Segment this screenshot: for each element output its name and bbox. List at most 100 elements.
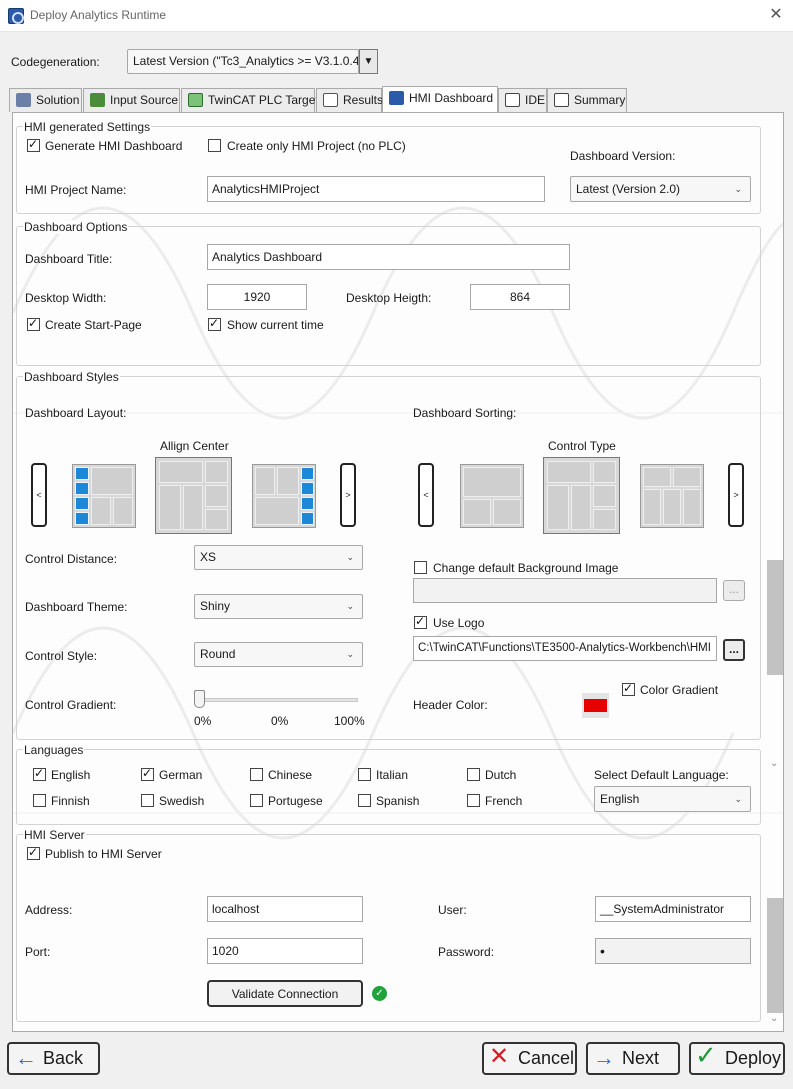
back-label: Back — [43, 1048, 84, 1068]
scrollbar-thumb-upper[interactable] — [767, 560, 783, 675]
dashboard-version-dropdown[interactable]: Latest (Version 2.0) ⌄ — [570, 176, 751, 202]
dashboard-options-title: Dashboard Options — [23, 220, 129, 234]
logo-path-input[interactable]: C:\TwinCAT\Functions\TE3500-Analytics-Wo… — [413, 636, 717, 661]
generate-dashboard-label: Generate HMI Dashboard — [45, 139, 183, 153]
language-checkbox[interactable] — [467, 768, 480, 781]
control-style-dropdown[interactable]: Round ⌄ — [194, 642, 363, 667]
control-gradient-slider-track[interactable] — [196, 698, 358, 702]
tab-label: Input Source — [110, 93, 179, 107]
user-input[interactable]: __SystemAdministrator — [595, 896, 751, 922]
tab-hmi-dashboard[interactable]: HMI Dashboard — [382, 86, 498, 113]
validate-connection-button[interactable]: Validate Connection — [207, 980, 363, 1007]
use-logo-checkbox[interactable] — [414, 614, 427, 629]
bg-image-browse-button[interactable]: ... — [723, 580, 745, 601]
ide-icon — [505, 93, 520, 107]
language-checkbox[interactable] — [33, 766, 46, 781]
language-label: Swedish — [159, 794, 205, 808]
control-distance-dropdown[interactable]: XS ⌄ — [194, 545, 363, 570]
language-checkbox[interactable] — [467, 794, 480, 807]
hmi-only-checkbox[interactable] — [208, 139, 221, 152]
tab-ide[interactable]: IDE — [498, 88, 547, 112]
bg-image-checkbox[interactable] — [414, 561, 427, 574]
control-distance-value: XS — [200, 550, 217, 564]
dashboard-title-input[interactable]: Analytics Dashboard — [207, 244, 570, 270]
color-gradient-label: Color Gradient — [640, 683, 719, 697]
control-gradient-slider-thumb[interactable] — [194, 690, 205, 708]
default-language-dropdown[interactable]: English ⌄ — [594, 786, 751, 812]
dashboard-theme-label: Dashboard Theme: — [25, 600, 128, 614]
panel-scrollbar[interactable]: ⌄ ⌄ — [766, 445, 784, 1030]
sorting-center-thumbnail[interactable] — [543, 457, 620, 534]
dashboard-version-value: Latest (Version 2.0) — [576, 182, 681, 196]
layout-next-button[interactable]: > — [340, 463, 356, 527]
dashboard-theme-value: Shiny — [200, 599, 231, 613]
language-checkbox[interactable] — [358, 794, 371, 807]
password-input[interactable]: • — [595, 938, 751, 964]
port-input[interactable]: 1020 — [207, 938, 363, 964]
gradient-tick-min: 0% — [194, 714, 212, 728]
default-language-value: English — [600, 792, 640, 806]
plc-target-icon — [188, 93, 203, 107]
hmi-server-title: HMI Server — [23, 828, 86, 842]
layout-right-thumbnail[interactable] — [252, 464, 316, 528]
project-name-input[interactable]: AnalyticsHMIProject — [207, 176, 545, 202]
next-label: Next — [622, 1048, 660, 1068]
scrollbar-thumb-lower[interactable] — [767, 898, 783, 1013]
deploy-button[interactable]: ✓ Deploy — [689, 1040, 785, 1075]
dashboard-styles-title: Dashboard Styles — [23, 370, 120, 384]
address-label: Address: — [25, 903, 73, 917]
chevron-down-icon: ⌄ — [734, 794, 742, 804]
publish-checkbox[interactable] — [27, 845, 40, 860]
input-source-icon — [90, 93, 105, 107]
scroll-down-arrow-icon[interactable]: ⌄ — [770, 1013, 778, 1024]
back-button[interactable]: ← Back — [7, 1042, 100, 1075]
language-checkbox[interactable] — [141, 794, 154, 807]
user-label: User: — [438, 903, 467, 917]
desktop-height-input[interactable]: 864 — [470, 284, 570, 310]
language-checkbox[interactable] — [141, 766, 154, 781]
checkmark-icon: ✓ — [695, 1040, 717, 1070]
project-name-label: HMI Project Name: — [25, 183, 127, 197]
next-button[interactable]: → Next — [586, 1042, 680, 1075]
start-page-checkbox[interactable] — [27, 316, 40, 331]
close-icon[interactable]: ✕ — [766, 4, 786, 26]
sorting-prev-button[interactable]: < — [418, 463, 434, 527]
scroll-down-icon[interactable]: ⌄ — [770, 758, 778, 769]
language-checkbox[interactable] — [250, 794, 263, 807]
sorting-next-button[interactable]: > — [728, 463, 744, 527]
arrow-left-icon: ← — [15, 1045, 37, 1070]
tab-label: IDE — [525, 93, 546, 107]
codegen-dropdown[interactable]: Latest Version ("Tc3_Analytics >= V3.1.0… — [127, 49, 359, 74]
tab-solution[interactable]: Solution — [9, 88, 82, 112]
show-time-checkbox[interactable] — [208, 316, 221, 331]
connection-ok-icon: ✓ — [372, 986, 387, 1001]
layout-prev-button[interactable]: < — [31, 463, 47, 527]
tab-summary[interactable]: Summary — [547, 88, 627, 112]
header-color-swatch[interactable] — [582, 693, 609, 718]
language-checkbox[interactable] — [33, 794, 46, 807]
color-gradient-checkbox[interactable] — [622, 681, 635, 696]
results-icon — [323, 93, 338, 107]
sorting-right-thumbnail[interactable] — [640, 464, 704, 528]
desktop-width-input[interactable]: 1920 — [207, 284, 307, 310]
language-label: English — [51, 768, 91, 782]
language-label: German — [159, 768, 203, 782]
language-checkbox[interactable] — [358, 768, 371, 781]
control-distance-label: Control Distance: — [25, 552, 118, 566]
bg-image-path-input[interactable] — [413, 578, 717, 603]
address-input[interactable]: localhost — [207, 896, 363, 922]
logo-browse-button[interactable]: ... — [723, 639, 745, 661]
layout-left-thumbnail[interactable] — [72, 464, 136, 528]
tab-twincat-plc-target[interactable]: TwinCAT PLC Target — [181, 88, 319, 112]
sorting-left-thumbnail[interactable] — [460, 464, 524, 528]
tab-results[interactable]: Results — [316, 88, 383, 112]
language-checkbox[interactable] — [250, 768, 263, 781]
dashboard-theme-dropdown[interactable]: Shiny ⌄ — [194, 594, 363, 619]
generate-dashboard-checkbox[interactable] — [27, 137, 40, 152]
cancel-button[interactable]: ✕ Cancel — [482, 1042, 577, 1075]
tab-input-source[interactable]: Input Source — [83, 88, 180, 112]
codegen-dropdown-arrow-icon[interactable]: ▼ — [359, 49, 378, 74]
layout-center-thumbnail[interactable] — [155, 457, 232, 534]
chevron-down-icon: ⌄ — [346, 649, 354, 659]
dashboard-sorting-label: Dashboard Sorting: — [413, 406, 517, 420]
